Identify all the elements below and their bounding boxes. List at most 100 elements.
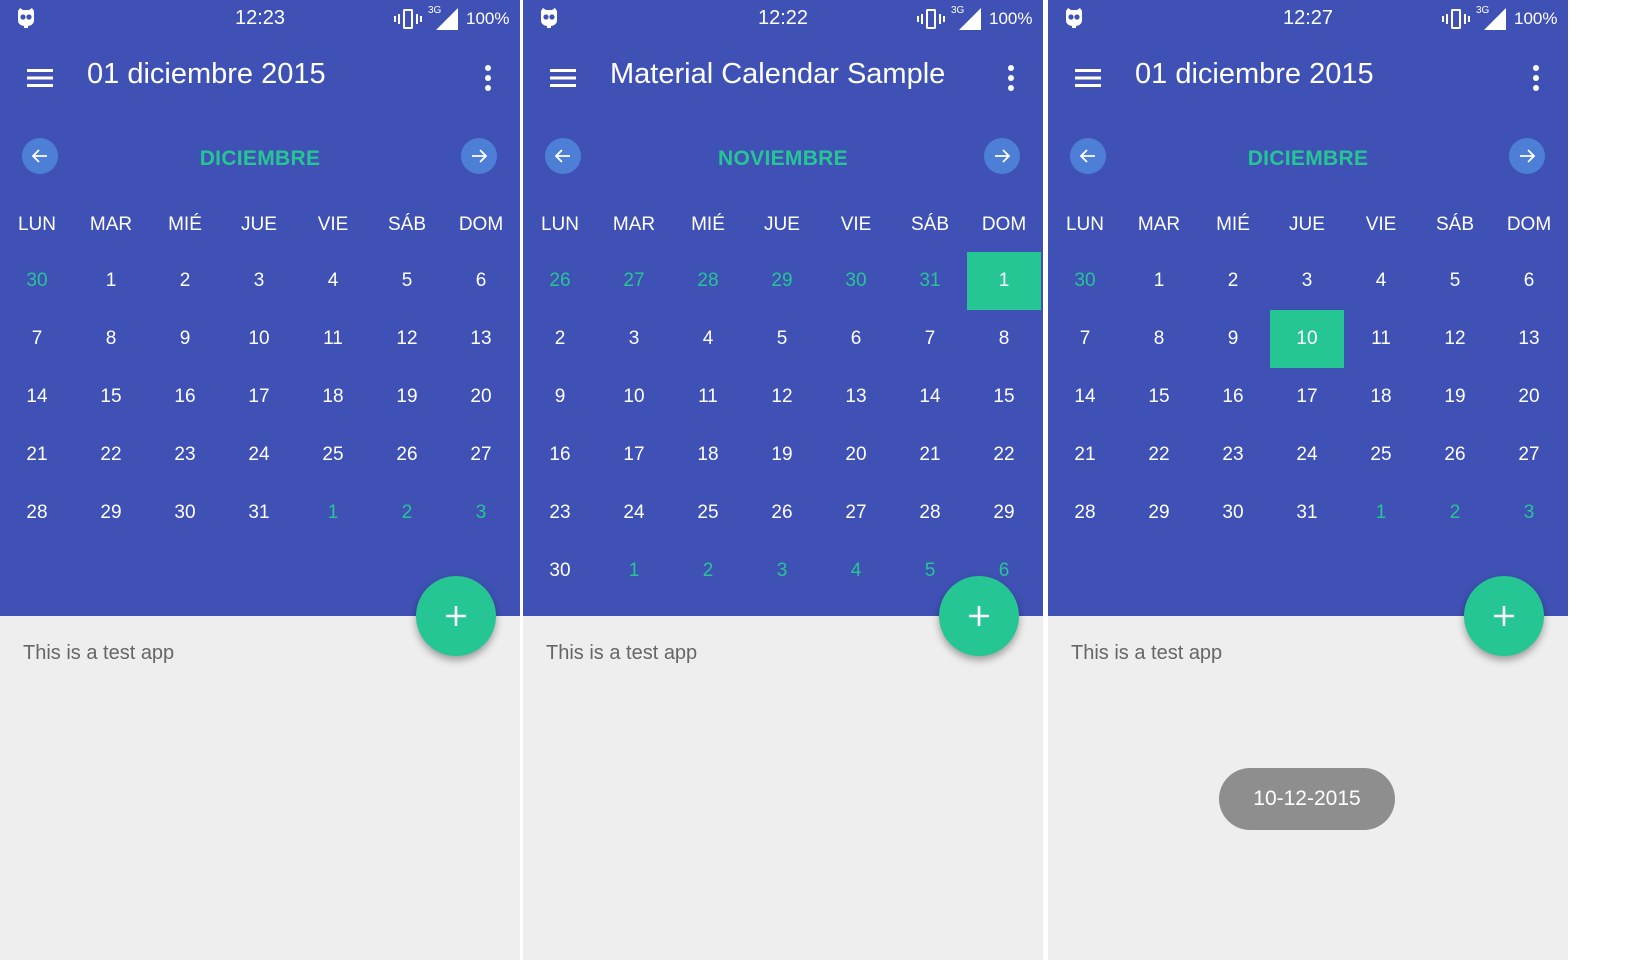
day-cell[interactable]: 3 <box>1270 252 1344 310</box>
hamburger-menu-icon[interactable] <box>541 60 585 96</box>
day-cell[interactable]: 27 <box>1492 426 1566 484</box>
other-month-day-cell[interactable]: 31 <box>893 252 967 310</box>
day-cell[interactable]: 15 <box>967 368 1041 426</box>
day-cell[interactable]: 24 <box>597 484 671 542</box>
day-cell[interactable]: 16 <box>523 426 597 484</box>
other-month-day-cell[interactable]: 27 <box>597 252 671 310</box>
day-cell[interactable]: 8 <box>1122 310 1196 368</box>
other-month-day-cell[interactable]: 3 <box>444 484 518 542</box>
day-cell[interactable]: 1 <box>74 252 148 310</box>
day-cell[interactable]: 9 <box>1196 310 1270 368</box>
day-cell[interactable]: 11 <box>296 310 370 368</box>
day-cell[interactable]: 19 <box>370 368 444 426</box>
day-cell[interactable]: 28 <box>0 484 74 542</box>
day-cell[interactable]: 23 <box>148 426 222 484</box>
day-cell[interactable]: 5 <box>370 252 444 310</box>
day-cell[interactable]: 4 <box>671 310 745 368</box>
other-month-day-cell[interactable]: 30 <box>819 252 893 310</box>
day-cell[interactable]: 15 <box>74 368 148 426</box>
day-cell[interactable]: 26 <box>745 484 819 542</box>
day-cell[interactable]: 25 <box>1344 426 1418 484</box>
day-cell[interactable]: 16 <box>1196 368 1270 426</box>
day-cell[interactable]: 22 <box>1122 426 1196 484</box>
day-cell[interactable]: 12 <box>1418 310 1492 368</box>
day-cell[interactable]: 19 <box>745 426 819 484</box>
more-vert-icon[interactable] <box>1514 58 1558 98</box>
day-cell[interactable]: 2 <box>148 252 222 310</box>
day-cell[interactable]: 2 <box>1196 252 1270 310</box>
day-cell[interactable]: 16 <box>148 368 222 426</box>
day-cell[interactable]: 24 <box>1270 426 1344 484</box>
day-cell[interactable]: 27 <box>819 484 893 542</box>
day-cell[interactable]: 6 <box>819 310 893 368</box>
day-cell[interactable]: 21 <box>0 426 74 484</box>
other-month-day-cell[interactable]: 26 <box>523 252 597 310</box>
day-cell[interactable]: 6 <box>1492 252 1566 310</box>
day-cell[interactable]: 7 <box>0 310 74 368</box>
day-cell[interactable]: 10 <box>222 310 296 368</box>
day-cell[interactable]: 5 <box>1418 252 1492 310</box>
day-cell[interactable]: 14 <box>893 368 967 426</box>
day-cell[interactable]: 20 <box>444 368 518 426</box>
day-cell[interactable]: 25 <box>296 426 370 484</box>
day-cell[interactable]: 12 <box>745 368 819 426</box>
other-month-day-cell[interactable]: 1 <box>1344 484 1418 542</box>
day-cell[interactable]: 23 <box>1196 426 1270 484</box>
hamburger-menu-icon[interactable] <box>1066 60 1110 96</box>
day-cell[interactable]: 31 <box>1270 484 1344 542</box>
hamburger-menu-icon[interactable] <box>18 60 62 96</box>
day-cell[interactable]: 9 <box>523 368 597 426</box>
day-cell[interactable]: 26 <box>370 426 444 484</box>
day-cell[interactable]: 4 <box>296 252 370 310</box>
day-cell[interactable]: 14 <box>1048 368 1122 426</box>
day-cell[interactable]: 9 <box>148 310 222 368</box>
day-cell[interactable]: 18 <box>671 426 745 484</box>
day-cell[interactable]: 15 <box>1122 368 1196 426</box>
other-month-day-cell[interactable]: 1 <box>597 542 671 600</box>
day-cell[interactable]: 6 <box>444 252 518 310</box>
day-cell[interactable]: 26 <box>1418 426 1492 484</box>
day-cell[interactable]: 3 <box>222 252 296 310</box>
other-month-day-cell[interactable]: 2 <box>1418 484 1492 542</box>
other-month-day-cell[interactable]: 3 <box>745 542 819 600</box>
day-cell[interactable]: 22 <box>967 426 1041 484</box>
other-month-day-cell[interactable]: 2 <box>671 542 745 600</box>
day-cell[interactable]: 7 <box>893 310 967 368</box>
day-cell[interactable]: 19 <box>1418 368 1492 426</box>
day-cell[interactable]: 13 <box>444 310 518 368</box>
day-cell[interactable]: 29 <box>74 484 148 542</box>
next-month-button[interactable] <box>461 138 497 174</box>
day-cell[interactable]: 7 <box>1048 310 1122 368</box>
day-cell[interactable]: 18 <box>296 368 370 426</box>
day-cell[interactable]: 30 <box>1196 484 1270 542</box>
day-cell[interactable]: 4 <box>1344 252 1418 310</box>
day-cell[interactable]: 27 <box>444 426 518 484</box>
selected-day-cell[interactable]: 10 <box>1270 310 1344 368</box>
day-cell[interactable]: 10 <box>597 368 671 426</box>
day-cell[interactable]: 29 <box>967 484 1041 542</box>
day-cell[interactable]: 14 <box>0 368 74 426</box>
other-month-day-cell[interactable]: 30 <box>1048 252 1122 310</box>
add-fab-button[interactable] <box>416 576 496 656</box>
day-cell[interactable]: 2 <box>523 310 597 368</box>
day-cell[interactable]: 22 <box>74 426 148 484</box>
day-cell[interactable]: 8 <box>74 310 148 368</box>
day-cell[interactable]: 13 <box>1492 310 1566 368</box>
other-month-day-cell[interactable]: 29 <box>745 252 819 310</box>
other-month-day-cell[interactable]: 28 <box>671 252 745 310</box>
day-cell[interactable]: 12 <box>370 310 444 368</box>
day-cell[interactable]: 13 <box>819 368 893 426</box>
next-month-button[interactable] <box>1509 138 1545 174</box>
day-cell[interactable]: 11 <box>1344 310 1418 368</box>
day-cell[interactable]: 3 <box>597 310 671 368</box>
selected-day-cell[interactable]: 1 <box>967 252 1041 310</box>
next-month-button[interactable] <box>984 138 1020 174</box>
day-cell[interactable]: 8 <box>967 310 1041 368</box>
day-cell[interactable]: 5 <box>745 310 819 368</box>
more-vert-icon[interactable] <box>989 58 1033 98</box>
day-cell[interactable]: 17 <box>1270 368 1344 426</box>
day-cell[interactable]: 23 <box>523 484 597 542</box>
other-month-day-cell[interactable]: 4 <box>819 542 893 600</box>
other-month-day-cell[interactable]: 1 <box>296 484 370 542</box>
add-fab-button[interactable] <box>1464 576 1544 656</box>
